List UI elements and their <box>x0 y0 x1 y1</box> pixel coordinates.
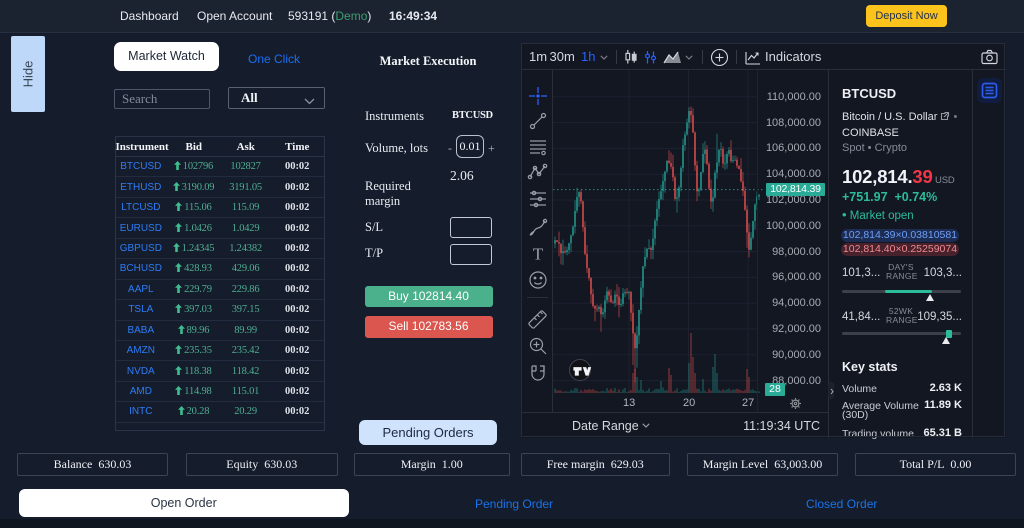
svg-text:T: T <box>532 245 543 264</box>
